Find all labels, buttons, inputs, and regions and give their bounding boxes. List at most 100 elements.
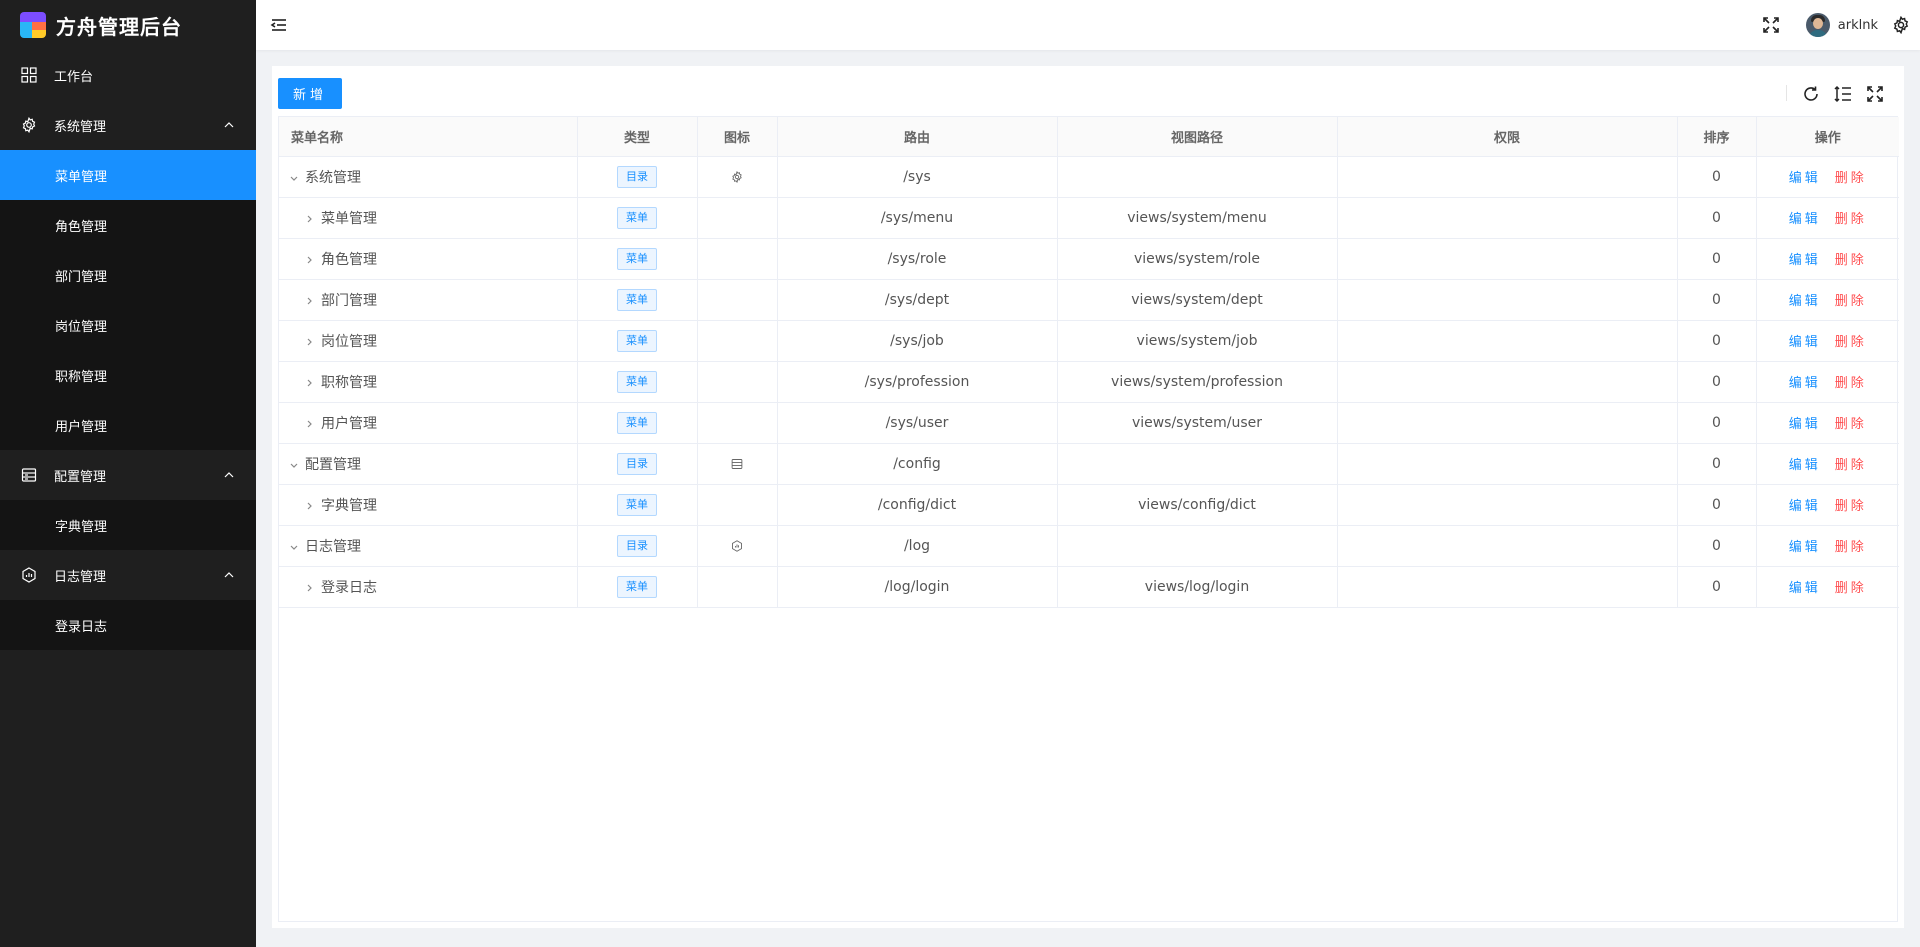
edit-link[interactable]: 编辑	[1789, 290, 1821, 309]
permission-cell	[1337, 197, 1678, 239]
delete-link[interactable]: 删除	[1835, 167, 1867, 186]
edit-link[interactable]: 编辑	[1789, 331, 1821, 350]
sidebar-item-dept-manage[interactable]: 部门管理	[0, 250, 256, 300]
permission-cell	[1337, 320, 1678, 362]
delete-link[interactable]: 删除	[1835, 536, 1867, 555]
settings-gear-icon[interactable]	[1892, 15, 1910, 35]
delete-link[interactable]: 删除	[1835, 290, 1867, 309]
permission-cell	[1337, 525, 1678, 567]
permission-cell	[1337, 443, 1678, 485]
edit-link[interactable]: 编辑	[1789, 249, 1821, 268]
edit-link[interactable]: 编辑	[1789, 372, 1821, 391]
chevron-down-icon[interactable]	[287, 543, 301, 554]
avatar[interactable]	[1805, 13, 1830, 37]
edit-link[interactable]: 编辑	[1789, 495, 1821, 514]
chevron-right-icon[interactable]	[303, 502, 317, 513]
route-cell: /sys/dept	[777, 279, 1058, 321]
view-path-cell: views/config/dict	[1057, 484, 1338, 526]
icon-cell	[697, 402, 778, 444]
refresh-icon[interactable]	[1802, 85, 1820, 103]
route-cell: /sys/job	[777, 320, 1058, 362]
view-path-cell	[1057, 156, 1338, 198]
chevron-up-icon	[224, 470, 234, 481]
menu-name-cell: 职称管理	[279, 361, 578, 403]
actions-cell: 编辑 删除	[1756, 279, 1899, 321]
permission-cell	[1337, 402, 1678, 444]
table-header-row: 菜单名称 类型 图标 路由 视图路径 权限 排序 操作	[279, 117, 1899, 157]
icon-cell	[697, 156, 778, 198]
chevron-right-icon[interactable]	[303, 420, 317, 431]
content-card: 新增 菜单名称 类型 图标 路由 视图路径 权限 排序 操作 系统管理 目录 /…	[272, 66, 1904, 928]
add-button[interactable]: 新增	[278, 78, 342, 109]
type-cell: 菜单	[577, 279, 698, 321]
delete-link[interactable]: 删除	[1835, 413, 1867, 432]
edit-link[interactable]: 编辑	[1789, 167, 1821, 186]
route-cell: /log	[777, 525, 1058, 567]
delete-link[interactable]: 删除	[1835, 249, 1867, 268]
sidebar-item-profession-manage[interactable]: 职称管理	[0, 350, 256, 400]
username[interactable]: arklnk	[1838, 18, 1878, 33]
actions-cell: 编辑 删除	[1756, 566, 1899, 608]
menu-fold-icon[interactable]	[270, 16, 288, 34]
menu-name: 岗位管理	[321, 333, 377, 350]
chevron-down-icon[interactable]	[287, 461, 301, 472]
sidebar-group-config[interactable]: 配置管理	[0, 450, 256, 500]
edit-link[interactable]: 编辑	[1789, 208, 1821, 227]
icon-cell	[697, 566, 778, 608]
menu-name: 字典管理	[321, 497, 377, 514]
edit-link[interactable]: 编辑	[1789, 454, 1821, 473]
chevron-right-icon[interactable]	[303, 297, 317, 308]
menu-table: 菜单名称 类型 图标 路由 视图路径 权限 排序 操作 系统管理 目录/sys 0 编…	[278, 116, 1899, 922]
sort-cell: 0	[1677, 402, 1757, 444]
menu-name: 登录日志	[321, 579, 377, 596]
delete-link[interactable]: 删除	[1835, 208, 1867, 227]
actions-cell: 编辑 删除	[1756, 525, 1899, 567]
table-fullscreen-icon[interactable]	[1866, 85, 1884, 103]
sidebar-item-user-manage[interactable]: 用户管理	[0, 400, 256, 450]
chevron-right-icon[interactable]	[303, 215, 317, 226]
table-row: 岗位管理 菜单/sys/job views/system/job 0 编辑 删除	[279, 320, 1899, 362]
sidebar-item-login-log[interactable]: 登录日志	[0, 600, 256, 650]
sidebar-group-system[interactable]: 系统管理	[0, 100, 256, 150]
delete-link[interactable]: 删除	[1835, 495, 1867, 514]
chevron-down-icon[interactable]	[287, 174, 301, 185]
menu-name: 角色管理	[321, 251, 377, 268]
chevron-right-icon[interactable]	[303, 256, 317, 267]
config-icon	[20, 466, 38, 484]
sidebar-menu: 工作台 系统管理 菜单管理 角色管理 部门管理 岗位管理 职称管理 用户管理 配…	[0, 50, 256, 650]
sidebar-group-log[interactable]: 日志管理	[0, 550, 256, 600]
sidebar-item-job-manage[interactable]: 岗位管理	[0, 300, 256, 350]
chevron-right-icon[interactable]	[303, 338, 317, 349]
view-path-cell: views/system/profession	[1057, 361, 1338, 403]
chevron-right-icon[interactable]	[303, 379, 317, 390]
sidebar-item-dashboard[interactable]: 工作台	[0, 50, 256, 100]
delete-link[interactable]: 删除	[1835, 454, 1867, 473]
type-tag: 菜单	[617, 288, 657, 311]
fullscreen-icon[interactable]	[1762, 16, 1780, 34]
table-row: 系统管理 目录/sys 0 编辑 删除	[279, 156, 1899, 198]
submenu-log: 登录日志	[0, 600, 256, 650]
edit-link[interactable]: 编辑	[1789, 413, 1821, 432]
sidebar-item-label: 系统管理	[54, 119, 107, 135]
type-cell: 目录	[577, 525, 698, 567]
menu-name: 用户管理	[321, 415, 377, 432]
col-header: 视图路径	[1057, 117, 1338, 157]
edit-link[interactable]: 编辑	[1789, 577, 1821, 596]
delete-link[interactable]: 删除	[1835, 577, 1867, 596]
edit-link[interactable]: 编辑	[1789, 536, 1821, 555]
sidebar-item-dict-manage[interactable]: 字典管理	[0, 500, 256, 550]
actions-cell: 编辑 删除	[1756, 238, 1899, 280]
sidebar-item-menu-manage[interactable]: 菜单管理	[0, 150, 256, 200]
sidebar-item-role-manage[interactable]: 角色管理	[0, 200, 256, 250]
gear-icon	[731, 169, 743, 185]
table-row: 菜单管理 菜单/sys/menu views/system/menu 0 编辑 删除	[279, 197, 1899, 239]
menu-name: 职称管理	[321, 374, 377, 391]
delete-link[interactable]: 删除	[1835, 372, 1867, 391]
type-tag: 菜单	[617, 493, 657, 516]
sort-cell: 0	[1677, 525, 1757, 567]
icon-cell	[697, 361, 778, 403]
chevron-right-icon[interactable]	[303, 584, 317, 595]
table-toolbar: 新增	[272, 66, 1904, 116]
row-density-icon[interactable]	[1834, 85, 1852, 103]
delete-link[interactable]: 删除	[1835, 331, 1867, 350]
